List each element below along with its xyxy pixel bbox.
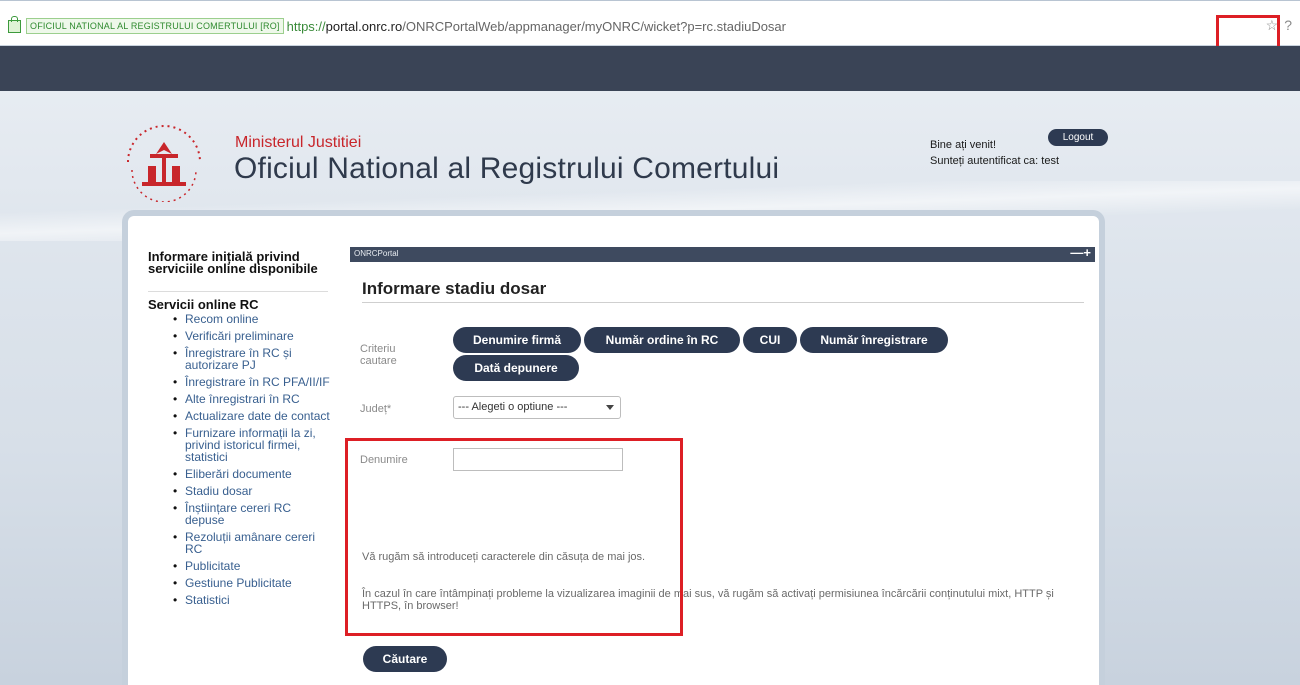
sidebar-item-actualizare-date[interactable]: Actualizare date de contact bbox=[171, 410, 331, 422]
sidebar-item-furnizare-informatii[interactable]: Furnizare informații la zi, privind isto… bbox=[171, 427, 331, 463]
welcome-text: Bine ați venit! bbox=[930, 139, 997, 151]
authenticated-user-text: Sunteți autentificat ca: test bbox=[930, 155, 1060, 167]
site-identity-badge[interactable]: OFICIUL NATIONAL AL REGISTRULUI COMERTUL… bbox=[26, 18, 284, 34]
sidebar-item-statistici[interactable]: Statistici bbox=[171, 594, 331, 606]
title-divider bbox=[362, 302, 1084, 303]
portlet-label: ONRCPortal bbox=[354, 249, 399, 258]
sidebar-subtitle[interactable]: Servicii online RC bbox=[148, 297, 259, 312]
sidebar-item-inregistrare-pj[interactable]: Înregistrare în RC și autorizare PJ bbox=[171, 347, 331, 371]
county-label: Județ* bbox=[360, 403, 392, 415]
search-button[interactable]: Căutare bbox=[363, 646, 447, 672]
onrc-logo bbox=[127, 125, 201, 202]
sidebar-item-alte-inregistrari[interactable]: Alte înregistrari în RC bbox=[171, 393, 331, 405]
sidebar-item-inregistrare-pfa[interactable]: Înregistrare în RC PFA/II/IF bbox=[171, 376, 331, 388]
url-field[interactable]: OFICIUL NATIONAL AL REGISTRULUI COMERTUL… bbox=[8, 15, 786, 37]
sidebar-item-stadiu-dosar[interactable]: Stadiu dosar bbox=[171, 485, 331, 497]
sidebar-item-rezolutii-amanare[interactable]: Rezoluții amânare cereri RC bbox=[171, 531, 331, 555]
portlet-controls[interactable]: —+ bbox=[1070, 245, 1091, 260]
sidebar-divider bbox=[148, 291, 328, 292]
top-banner bbox=[0, 46, 1300, 91]
criteria-denumire-firma-button[interactable]: Denumire firmă bbox=[453, 327, 581, 353]
highlight-box-form bbox=[345, 438, 683, 636]
criteria-label: Criteriu cautare bbox=[360, 343, 397, 367]
sidebar-item-eliberari-documente[interactable]: Eliberări documente bbox=[171, 468, 331, 480]
sidebar-item-verificari-preliminare[interactable]: Verificări preliminare bbox=[171, 330, 331, 342]
url-scheme: https:// bbox=[286, 18, 326, 34]
url-path: /ONRCPortalWeb/appmanager/myONRC/wicket?… bbox=[402, 18, 786, 34]
address-bar: OFICIUL NATIONAL AL REGISTRULUI COMERTUL… bbox=[0, 0, 1300, 46]
county-select-value: --- Alegeti o optiune --- bbox=[458, 401, 568, 413]
logout-button[interactable]: Logout bbox=[1048, 129, 1108, 146]
sidebar-item-gestiune-publicitate[interactable]: Gestiune Publicitate bbox=[171, 577, 331, 589]
office-name: Oficiul National al Registrului Comertul… bbox=[234, 152, 780, 185]
sidebar-menu: Recom online Verificări preliminare Înre… bbox=[171, 313, 331, 611]
sidebar-item-instiintare-cereri[interactable]: Înștiințare cereri RC depuse bbox=[171, 502, 331, 526]
criteria-numar-ordine-button[interactable]: Număr ordine în RC bbox=[584, 327, 740, 353]
criteria-data-depunere-button[interactable]: Dată depunere bbox=[453, 355, 579, 381]
ministry-name: Ministerul Justitiei bbox=[235, 134, 362, 151]
help-icon[interactable]: ? bbox=[1284, 17, 1292, 34]
criteria-cui-button[interactable]: CUI bbox=[743, 327, 797, 353]
page-title: Informare stadiu dosar bbox=[362, 279, 547, 298]
county-select[interactable]: --- Alegeti o optiune --- bbox=[453, 396, 621, 419]
lock-icon bbox=[8, 15, 21, 33]
portlet-header: ONRCPortal —+ bbox=[350, 245, 1095, 262]
criteria-numar-inregistrare-button[interactable]: Număr înregistrare bbox=[800, 327, 948, 353]
sidebar-title[interactable]: Informare inițială privind serviciile on… bbox=[148, 250, 328, 275]
url-host: portal.onrc.ro bbox=[325, 18, 403, 34]
sidebar-item-recom-online[interactable]: Recom online bbox=[171, 313, 331, 325]
sidebar-item-publicitate[interactable]: Publicitate bbox=[171, 560, 331, 572]
chevron-down-icon bbox=[606, 405, 614, 410]
